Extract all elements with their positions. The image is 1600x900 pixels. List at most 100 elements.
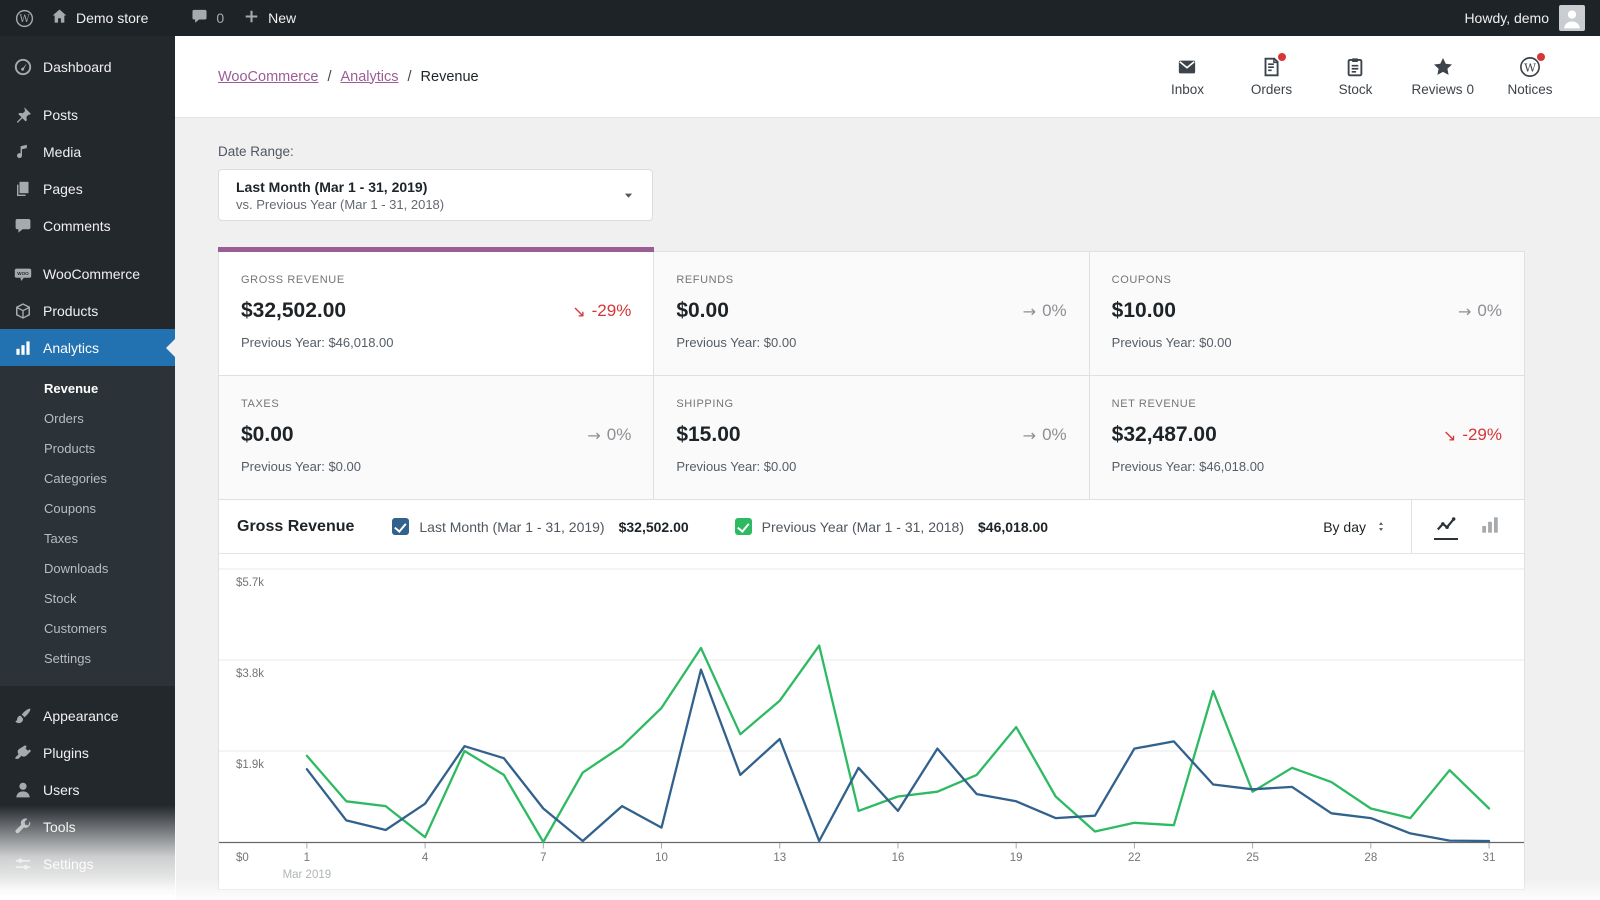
unread-badge-dot [1278, 53, 1286, 61]
sidebar-item-media[interactable]: Media [0, 133, 175, 170]
breadcrumb-analytics[interactable]: Analytics [340, 69, 398, 85]
tile-trend-percent: 0% [607, 425, 632, 445]
svg-text:W: W [1524, 60, 1536, 74]
sidebar-item-label: Comments [43, 218, 111, 234]
comments-indicator[interactable]: 0 [190, 7, 224, 29]
home-icon [50, 7, 69, 29]
new-menu[interactable]: New [242, 7, 296, 29]
tile-label: NET REVENUE [1112, 398, 1502, 410]
sidebar-item-users[interactable]: Users [0, 771, 175, 808]
sidebar-item-comments[interactable]: Comments [0, 207, 175, 244]
sidebar-subitem-settings[interactable]: Settings [0, 643, 175, 673]
sidebar-item-label: Users [43, 782, 80, 798]
tile-previous-value: Previous Year: $0.00 [1112, 335, 1502, 350]
howdy-text[interactable]: Howdy, demo [1464, 10, 1549, 26]
summary-tile-refunds[interactable]: REFUNDS$0.00→0%Previous Year: $0.00 [654, 252, 1088, 375]
activity-tab-notices[interactable]: WNotices [1502, 56, 1558, 97]
line-chart-icon[interactable] [1434, 514, 1458, 540]
chart-title: Gross Revenue [237, 518, 354, 536]
trend-flat-arrow-icon: → [587, 426, 600, 445]
checked-checkbox[interactable] [392, 518, 409, 535]
sidebar-subitem-products[interactable]: Products [0, 433, 175, 463]
sidebar-item-posts[interactable]: Posts [0, 96, 175, 133]
date-range-secondary: vs. Previous Year (Mar 1 - 31, 2018) [236, 197, 444, 212]
sidebar-item-dashboard[interactable]: Dashboard [0, 48, 175, 85]
legend-item-current-period[interactable]: Last Month (Mar 1 - 31, 2019)$32,502.00 [392, 518, 688, 535]
sidebar-item-appearance[interactable]: Appearance [0, 697, 175, 734]
tile-label: COUPONS [1112, 274, 1502, 286]
new-label: New [268, 10, 296, 26]
tile-value: $32,502.00 [241, 299, 346, 323]
star-icon [1432, 56, 1454, 78]
sidebar-item-label: Tools [43, 819, 76, 835]
sidebar-section: WOOWooCommerceProductsAnalyticsRevenueOr… [0, 255, 175, 686]
summary-tile-gross-revenue[interactable]: GROSS REVENUE$32,502.00↘-29%Previous Yea… [219, 252, 653, 375]
sidebar-subitem-revenue[interactable]: Revenue [0, 373, 175, 403]
avatar[interactable] [1559, 5, 1585, 31]
summary-tile-net-revenue[interactable]: NET REVENUE$32,487.00↘-29%Previous Year:… [1090, 376, 1524, 499]
sidebar-item-analytics[interactable]: Analytics [0, 329, 175, 366]
tile-label: REFUNDS [676, 274, 1066, 286]
wordpress-logo-icon[interactable]: W [15, 9, 34, 28]
document-icon [1260, 56, 1282, 78]
tile-trend: → 0% [587, 425, 631, 445]
interval-select[interactable]: By day [1323, 519, 1387, 535]
activity-tab-reviews[interactable]: Reviews0 [1411, 56, 1474, 97]
sidebar-subitem-downloads[interactable]: Downloads [0, 553, 175, 583]
sidebar-item-label: Posts [43, 107, 78, 123]
bar-chart-icon[interactable] [1478, 514, 1502, 540]
plug-icon [13, 743, 33, 763]
summary-tile-coupons[interactable]: COUPONS$10.00→0%Previous Year: $0.00 [1090, 252, 1524, 375]
unread-badge-dot [1537, 53, 1545, 61]
analytics-submenu: RevenueOrdersProductsCategoriesCouponsTa… [0, 366, 175, 686]
checked-checkbox[interactable] [735, 518, 752, 535]
sidebar-item-pages[interactable]: Pages [0, 170, 175, 207]
revenue-chart-plot[interactable]: $0$1.9k$3.8k$5.7k1471013161922252831Mar … [219, 554, 1524, 889]
trend-flat-arrow-icon: → [1023, 426, 1036, 445]
sidebar-item-settings[interactable]: Settings [0, 845, 175, 882]
sidebar-section: AppearancePlugins Users Tools Settings [0, 697, 175, 882]
legend-label: Previous Year (Mar 1 - 31, 2018) [762, 519, 964, 535]
sidebar-item-woocommerce[interactable]: WOOWooCommerce [0, 255, 175, 292]
breadcrumb-separator: / [399, 69, 421, 85]
envelope-icon [1176, 56, 1198, 78]
chevron-down-icon [622, 189, 635, 202]
svg-text:W: W [19, 14, 30, 25]
tile-trend: ↘-29% [572, 301, 631, 321]
date-range-select[interactable]: Last Month (Mar 1 - 31, 2019) vs. Previo… [218, 169, 653, 221]
chart-type-toggle [1412, 514, 1524, 540]
activity-tab-label: Stock [1339, 82, 1373, 97]
sidebar-item-plugins[interactable]: Plugins [0, 734, 175, 771]
sidebar-item-products[interactable]: Products [0, 292, 175, 329]
legend-item-previous-period[interactable]: Previous Year (Mar 1 - 31, 2018)$46,018.… [735, 518, 1048, 535]
tile-trend: →0% [1458, 301, 1502, 321]
sidebar-subitem-taxes[interactable]: Taxes [0, 523, 175, 553]
tile-previous-value: Previous Year: $46,018.00 [1112, 459, 1502, 474]
sidebar-subitem-stock[interactable]: Stock [0, 583, 175, 613]
svg-text:16: 16 [892, 852, 905, 864]
pages-icon [13, 179, 33, 199]
sidebar-subitem-customers[interactable]: Customers [0, 613, 175, 643]
sidebar-subitem-categories[interactable]: Categories [0, 463, 175, 493]
svg-text:10: 10 [655, 852, 668, 864]
plus-icon [242, 7, 261, 29]
sidebar-subitem-coupons[interactable]: Coupons [0, 493, 175, 523]
tile-previous-value: Previous Year: $0.00 [676, 335, 1066, 350]
sidebar-subitem-orders[interactable]: Orders [0, 403, 175, 433]
summary-tile-shipping[interactable]: SHIPPING$15.00→0%Previous Year: $0.00 [654, 376, 1088, 499]
site-menu[interactable]: Demo store [50, 7, 148, 29]
activity-tab-inbox[interactable]: Inbox [1159, 56, 1215, 97]
tile-trend-percent: 0% [1042, 425, 1067, 445]
comment-icon [13, 216, 33, 236]
tile-trend-percent: 0% [1042, 301, 1067, 321]
breadcrumb-woocommerce[interactable]: WooCommerce [218, 69, 318, 85]
sidebar-section: Posts MediaPages Comments [0, 96, 175, 244]
summary-tile-taxes[interactable]: TAXES$0.00→0%Previous Year: $0.00 [219, 376, 653, 499]
pin-icon [13, 105, 33, 125]
activity-tab-stock[interactable]: Stock [1327, 56, 1383, 97]
sidebar-item-label: WooCommerce [43, 266, 140, 282]
activity-tab-orders[interactable]: Orders [1243, 56, 1299, 97]
sidebar-item-tools[interactable]: Tools [0, 808, 175, 845]
sidebar-item-label: Products [43, 303, 98, 319]
tile-previous-value: Previous Year: $0.00 [241, 459, 631, 474]
